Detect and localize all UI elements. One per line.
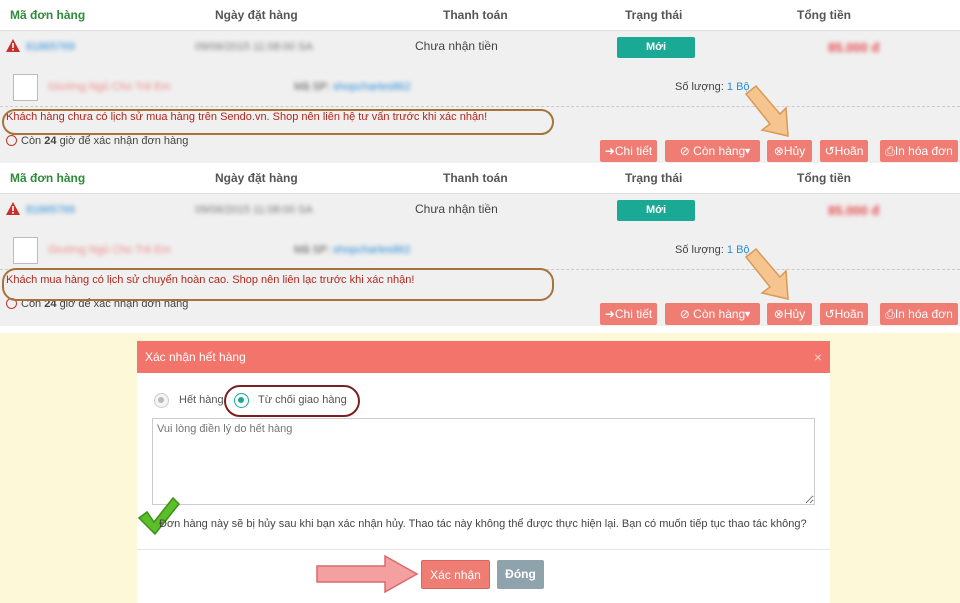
quantity-label: Số lượng: [675, 244, 724, 256]
sku-label: Mã SP: [294, 244, 331, 256]
detail-button[interactable]: ➜Chi tiết [600, 303, 657, 325]
cancel-button[interactable]: ⊗Hủy [767, 303, 812, 325]
pointer-arrow-icon [744, 247, 789, 300]
sku-value: shopcharles862 [333, 244, 411, 256]
timer-prefix: Còn [21, 135, 42, 147]
quantity-label: Số lượng: [675, 81, 724, 93]
checkmark-icon [137, 496, 181, 536]
header-payment: Thanh toán [443, 8, 508, 22]
caret-down-icon: ▼ [743, 309, 752, 319]
confirm-timer: Còn 24 giờ để xác nhận đơn hàng [6, 135, 188, 147]
modal-title: Xác nhận hết hàng [145, 350, 246, 364]
clock-icon [6, 135, 17, 146]
dismiss-button[interactable]: Đóng [497, 560, 544, 589]
in-stock-label: ⊘ Còn hàng [679, 307, 746, 321]
header-order-date: Ngày đặt hàng [215, 171, 298, 185]
in-stock-dropdown[interactable]: ⊘ Còn hàng ▼ [665, 303, 760, 325]
orders-panel: Mã đơn hàng Ngày đặt hàng Thanh toán Trạ… [0, 0, 960, 333]
header-order-id: Mã đơn hàng [10, 8, 86, 22]
order-block: Mã đơn hàng Ngày đặt hàng Thanh toán Trạ… [0, 0, 960, 163]
header-total: Tổng tiền [797, 8, 851, 22]
timer-suffix: giờ để xác nhận đơn hàng [59, 135, 189, 147]
status-badge: Mới [617, 37, 695, 58]
postpone-button[interactable]: ↺Hoãn [820, 303, 868, 325]
header-total: Tổng tiền [797, 171, 851, 185]
modal-footer-divider [137, 549, 830, 550]
header-order-id: Mã đơn hàng [10, 171, 86, 185]
table-header: Mã đơn hàng Ngày đặt hàng Thanh toán Trạ… [0, 163, 960, 194]
product-name[interactable]: Giường Ngủ Cho Trẻ Em [48, 244, 171, 256]
product-name[interactable]: Giường Ngủ Cho Trẻ Em [48, 81, 171, 93]
payment-status: Chưa nhận tiền [415, 39, 498, 53]
order-date: 09/06/2015 11:08:00 SA [195, 204, 313, 216]
table-header: Mã đơn hàng Ngày đặt hàng Thanh toán Trạ… [0, 0, 960, 31]
in-stock-dropdown[interactable]: ⊘ Còn hàng ▼ [665, 140, 760, 162]
modal-message: Đơn hàng này sẽ bị hủy sau khi bạn xác n… [159, 518, 807, 530]
confirm-out-of-stock-modal: Xác nhận hết hàng × Hết hàng Từ chối gia… [137, 341, 830, 603]
order-total: 85.000 đ [828, 203, 880, 218]
header-payment: Thanh toán [443, 171, 508, 185]
order-date: 09/06/2015 11:08:00 SA [195, 41, 313, 53]
caret-down-icon: ▼ [743, 146, 752, 156]
modal-header: Xác nhận hết hàng × [137, 341, 830, 373]
timer-hours: 24 [44, 135, 57, 147]
product-thumbnail[interactable] [13, 74, 38, 101]
radio-dot [158, 397, 164, 403]
order-id-link[interactable]: 81865769 [26, 41, 75, 53]
sku-label: Mã SP: [294, 81, 331, 93]
warning-icon [6, 202, 20, 215]
quantity: Số lượng: 1 Bộ [675, 81, 750, 93]
postpone-button[interactable]: ↺Hoãn [820, 140, 868, 162]
highlight-ring [2, 109, 554, 135]
order-block: Mã đơn hàng Ngày đặt hàng Thanh toán Trạ… [0, 163, 960, 326]
highlight-ring [224, 385, 360, 417]
order-id-link[interactable]: 81865769 [26, 204, 75, 216]
close-icon[interactable]: × [814, 349, 822, 365]
confirm-button[interactable]: Xác nhận [421, 560, 490, 589]
warning-icon [6, 39, 20, 52]
order-row: 81865769 09/06/2015 11:08:00 SA Chưa nhậ… [0, 194, 960, 326]
print-invoice-button[interactable]: ⎙In hóa đơn [880, 140, 958, 162]
in-stock-label: ⊘ Còn hàng [679, 144, 746, 158]
header-order-date: Ngày đặt hàng [215, 8, 298, 22]
order-row: 81865769 09/06/2015 11:08:00 SA Chưa nhậ… [0, 31, 960, 163]
reason-input[interactable] [152, 418, 815, 505]
print-invoice-button[interactable]: ⎙In hóa đơn [880, 303, 958, 325]
status-badge: Mới [617, 200, 695, 221]
header-status: Trạng thái [625, 8, 683, 22]
order-total: 85.000 đ [828, 40, 880, 55]
divider [0, 106, 960, 107]
pointer-arrow-icon [316, 554, 419, 594]
highlight-ring [2, 268, 554, 301]
radio-out-of-stock-label[interactable]: Hết hàng [179, 394, 224, 406]
sku-value: shopcharles862 [333, 81, 411, 93]
header-status: Trạng thái [625, 171, 683, 185]
product-thumbnail[interactable] [13, 237, 38, 264]
detail-button[interactable]: ➜Chi tiết [600, 140, 657, 162]
payment-status: Chưa nhận tiền [415, 202, 498, 216]
cancel-button[interactable]: ⊗Hủy [767, 140, 812, 162]
quantity: Số lượng: 1 Bộ [675, 244, 750, 256]
pointer-arrow-icon [744, 84, 789, 137]
radio-out-of-stock[interactable] [154, 393, 169, 408]
